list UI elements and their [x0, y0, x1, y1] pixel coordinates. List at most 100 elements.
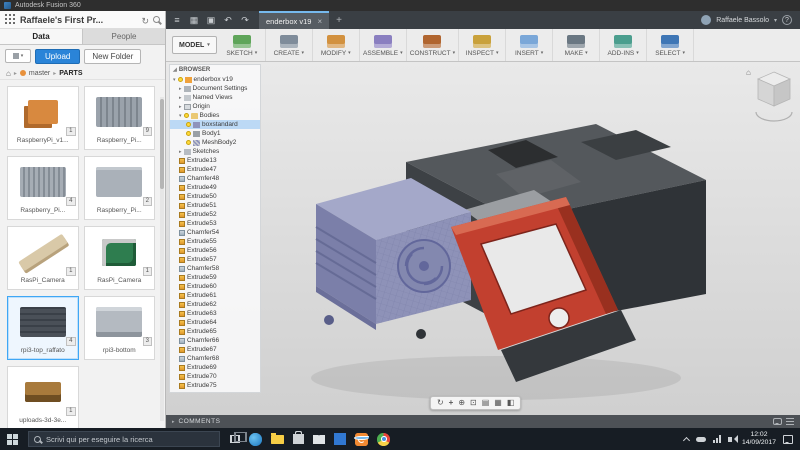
browser-node[interactable]: Named Views [170, 93, 260, 102]
browser-node-bodies[interactable]: Bodies [170, 111, 260, 120]
volume-icon[interactable] [727, 434, 738, 443]
feature-row[interactable]: Extrude13 [170, 156, 260, 165]
project-grid-icon[interactable] [5, 14, 16, 25]
part-card[interactable]: 3 rpi3-bottom [83, 296, 155, 360]
browser-header[interactable]: BROWSER [170, 65, 260, 75]
pan-icon[interactable] [449, 399, 454, 407]
taskbar-app[interactable] [313, 434, 325, 444]
feature-row[interactable]: Extrude62 [170, 300, 260, 309]
taskbar-app[interactable] [293, 431, 304, 444]
expand-icon[interactable] [179, 103, 182, 110]
toolbar-menu[interactable]: MAKE ▾ [553, 29, 601, 61]
comment-list-icon[interactable] [786, 418, 794, 425]
browser-doc-row[interactable]: enderbox v19 [170, 75, 260, 84]
network-icon[interactable] [712, 435, 721, 443]
action-center-icon[interactable] [783, 434, 793, 444]
taskbar-app[interactable] [230, 432, 247, 443]
part-card[interactable]: 2 Raspberry_Pi... [83, 156, 155, 220]
toolbar-menu[interactable]: MODIFY ▾ [313, 29, 360, 61]
taskbar-app[interactable] [377, 432, 390, 446]
expand-icon[interactable] [179, 85, 182, 92]
home-view-icon[interactable]: ⌂ [746, 68, 751, 77]
feature-row[interactable]: Chamfer68 [170, 354, 260, 363]
display-settings-icon[interactable] [482, 399, 490, 407]
feature-row[interactable]: Extrude75 [170, 381, 260, 390]
visibility-bulb-icon[interactable] [186, 131, 191, 136]
visibility-bulb-icon[interactable] [183, 113, 189, 118]
expand-icon[interactable] [179, 94, 182, 101]
browser-node-sketches[interactable]: Sketches [170, 147, 260, 156]
toolbar-menu[interactable]: ADD-INS ▾ [600, 29, 648, 61]
feature-row[interactable]: Extrude47 [170, 165, 260, 174]
visibility-bulb-icon[interactable] [186, 140, 191, 145]
viewports-icon[interactable] [507, 399, 515, 407]
feature-row[interactable]: Extrude70 [170, 372, 260, 381]
part-card[interactable]: 1 RasPi_Camera [83, 226, 155, 290]
feature-row[interactable]: Extrude51 [170, 201, 260, 210]
feature-row[interactable]: Extrude67 [170, 345, 260, 354]
taskbar-search[interactable]: Scrivi qui per eseguire la ricerca [28, 431, 220, 447]
toolbar-menu[interactable]: SKETCH ▾ [219, 29, 266, 61]
feature-row[interactable]: Extrude55 [170, 237, 260, 246]
toolbar-menu[interactable]: SELECT ▾ [647, 29, 695, 61]
comment-bubble-icon[interactable] [773, 418, 782, 425]
browser-body-row[interactable]: MeshBody2 [170, 138, 260, 147]
search-icon[interactable] [153, 16, 160, 23]
view-mode-select[interactable]: ▾ [5, 49, 31, 63]
refresh-icon[interactable] [141, 11, 149, 29]
part-card[interactable]: 1 RaspberryPi_v1... [7, 86, 79, 150]
document-tab[interactable]: enderbox v19 × [259, 11, 330, 29]
toolbar-menu[interactable]: INSPECT ▾ [459, 29, 507, 61]
file-menu-icon[interactable] [170, 13, 184, 27]
undo-icon[interactable] [221, 13, 235, 27]
feature-row[interactable]: Extrude50 [170, 192, 260, 201]
close-tab-icon[interactable]: × [317, 17, 322, 26]
model-3d[interactable] [166, 62, 800, 428]
feature-row[interactable]: Extrude49 [170, 183, 260, 192]
feature-row[interactable]: Extrude59 [170, 273, 260, 282]
feature-row[interactable]: Extrude61 [170, 291, 260, 300]
hidden-icons-chevron[interactable] [682, 436, 691, 444]
feature-row[interactable]: Extrude56 [170, 246, 260, 255]
comments-bar[interactable]: COMMENTS [166, 415, 800, 428]
workspace-switcher[interactable]: MODEL ▾ [172, 36, 217, 54]
upload-button[interactable]: Upload [35, 48, 81, 64]
app-launcher-icon[interactable] [187, 13, 201, 27]
taskbar-app[interactable] [334, 433, 346, 445]
user-avatar[interactable] [701, 15, 712, 25]
feature-row[interactable]: Extrude57 [170, 255, 260, 264]
breadcrumb-current[interactable]: PARTS [59, 70, 82, 77]
visibility-bulb-icon[interactable] [177, 77, 183, 82]
toolbar-menu[interactable]: INSERT ▾ [506, 29, 554, 61]
expand-icon[interactable] [173, 76, 176, 83]
tab-data[interactable]: Data [0, 29, 83, 44]
browser-node[interactable]: Document Settings [170, 84, 260, 93]
taskbar-app[interactable] [271, 432, 284, 444]
part-card[interactable]: 1 uploads-3d-3e... [7, 366, 79, 428]
orbit-icon[interactable] [437, 399, 444, 407]
clock[interactable]: 12:02 14/09/2017 [742, 431, 776, 447]
browser-body-row[interactable]: boxstandard [170, 120, 260, 129]
feature-row[interactable]: Extrude64 [170, 318, 260, 327]
feature-row[interactable]: Chamfer66 [170, 336, 260, 345]
part-card[interactable]: 1 RasPi_Camera [7, 226, 79, 290]
feature-row[interactable]: Extrude60 [170, 282, 260, 291]
part-card[interactable]: 4 Raspberry_Pi... [7, 156, 79, 220]
view-cube-graphic[interactable] [746, 66, 794, 126]
feature-row[interactable]: Chamfer54 [170, 228, 260, 237]
breadcrumb-root[interactable]: master [29, 70, 50, 77]
redo-icon[interactable] [238, 13, 252, 27]
browser-body-row[interactable]: Body1 [170, 129, 260, 138]
feature-row[interactable]: Extrude63 [170, 309, 260, 318]
new-tab-button[interactable]: + [332, 15, 346, 26]
feature-row[interactable]: Extrude52 [170, 210, 260, 219]
taskbar-app[interactable] [354, 432, 369, 446]
fit-icon[interactable] [470, 399, 477, 407]
home-icon[interactable] [6, 69, 11, 78]
feature-row[interactable]: Chamfer48 [170, 174, 260, 183]
feature-row[interactable]: Extrude65 [170, 327, 260, 336]
toolbar-menu[interactable]: CONSTRUCT ▾ [407, 29, 460, 61]
onedrive-icon[interactable] [695, 436, 706, 442]
visibility-bulb-icon[interactable] [186, 122, 191, 127]
taskbar-app[interactable] [249, 432, 262, 446]
